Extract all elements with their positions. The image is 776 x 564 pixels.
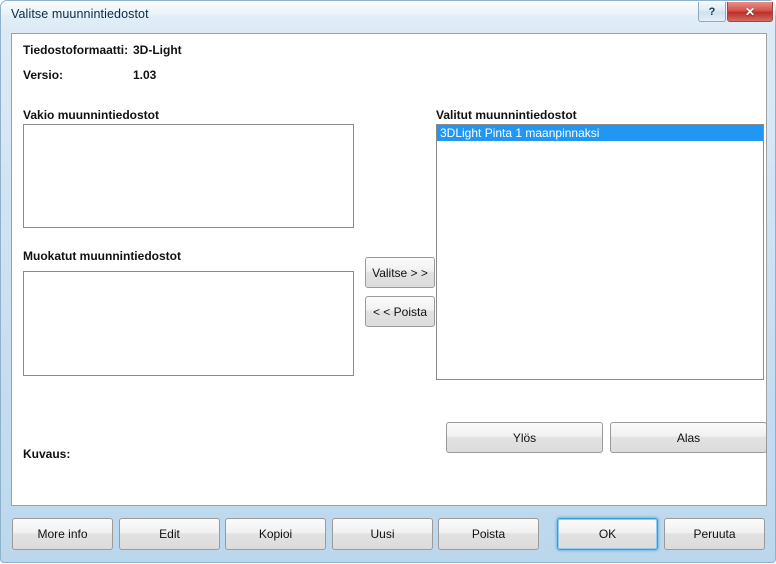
modified-files-label: Muokatut muunnintiedostot bbox=[23, 249, 181, 263]
more-info-button[interactable]: More info bbox=[12, 518, 113, 550]
help-icon-button[interactable]: ? bbox=[698, 2, 726, 22]
selected-files-listbox[interactable]: 3DLight Pinta 1 maanpinnaksi bbox=[436, 124, 764, 380]
version-row: Versio: 1.03 bbox=[23, 68, 156, 82]
close-icon-button[interactable]: ✕ bbox=[727, 2, 773, 22]
version-value: 1.03 bbox=[133, 68, 157, 82]
edit-button[interactable]: Edit bbox=[119, 518, 220, 550]
remove-from-selection-button[interactable]: < < Poista bbox=[365, 296, 435, 327]
list-item[interactable]: 3DLight Pinta 1 maanpinnaksi bbox=[437, 125, 763, 141]
ok-button[interactable]: OK bbox=[557, 518, 658, 550]
window-title: Valitse muunnintiedostot bbox=[11, 7, 149, 21]
version-label: Versio: bbox=[23, 68, 64, 82]
copy-button[interactable]: Kopioi bbox=[225, 518, 326, 550]
title-bar: Valitse muunnintiedostot ? ✕ bbox=[1, 1, 776, 29]
delete-button[interactable]: Poista bbox=[438, 518, 539, 550]
move-down-button[interactable]: Alas bbox=[610, 422, 767, 453]
file-format-label: Tiedostoformaatti: bbox=[23, 43, 129, 57]
file-format-row: Tiedostoformaatti: 3D-Light bbox=[23, 43, 182, 57]
content-panel: Tiedostoformaatti: 3D-Light Versio: 1.03… bbox=[11, 33, 767, 506]
description-text bbox=[23, 466, 753, 500]
cancel-button[interactable]: Peruuta bbox=[664, 518, 765, 550]
caption-button-group: ? ✕ bbox=[698, 2, 773, 23]
new-button[interactable]: Uusi bbox=[332, 518, 433, 550]
dialog-window: Valitse muunnintiedostot ? ✕ Tiedostofor… bbox=[0, 0, 776, 563]
standard-files-listbox[interactable] bbox=[23, 124, 354, 228]
selected-files-label: Valitut muunnintiedostot bbox=[436, 108, 577, 122]
move-up-button[interactable]: Ylös bbox=[446, 422, 603, 453]
add-to-selection-button[interactable]: Valitse > > bbox=[365, 257, 435, 288]
description-label: Kuvaus: bbox=[23, 447, 71, 461]
footer-button-bar: More info Edit Kopioi Uusi Poista OK Per… bbox=[1, 509, 776, 564]
standard-files-label: Vakio muunnintiedostot bbox=[23, 108, 160, 122]
modified-files-listbox[interactable] bbox=[23, 271, 354, 376]
file-format-value: 3D-Light bbox=[133, 43, 182, 57]
